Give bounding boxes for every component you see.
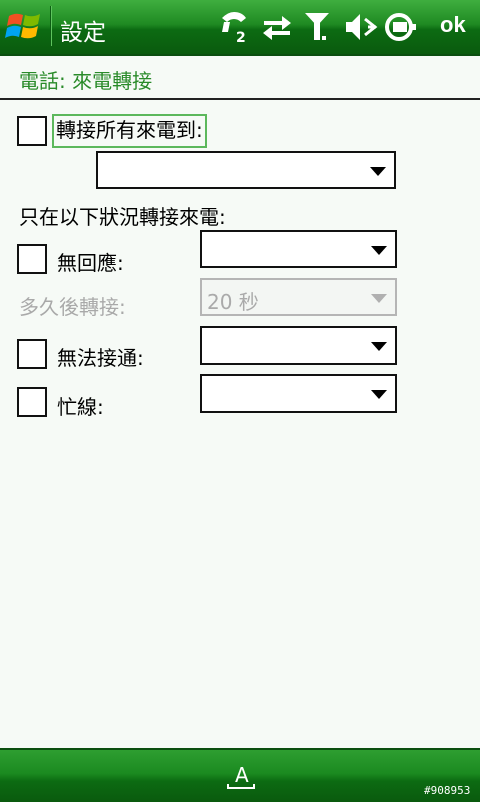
bottom-softkey-bar: A [0,748,480,802]
signal-icon[interactable] [302,10,332,44]
chevron-down-icon [371,246,387,255]
page-header: 電話: 來電轉接 [0,56,480,100]
input-method-icon[interactable]: A [226,758,256,792]
unavailable-label: 無法接通: [57,346,144,370]
top-status-bar: 設定 2 ok [0,0,480,56]
chevron-down-icon [370,167,386,176]
busy-checkbox[interactable] [17,387,47,417]
no-answer-number-dropdown[interactable] [200,230,397,268]
app-title[interactable]: 設定 [60,13,106,47]
title-separator [50,6,52,46]
input-method-label: A [235,763,249,787]
busy-number-dropdown[interactable] [200,374,397,413]
page-title: 電話: 來電轉接 [19,69,153,93]
windows-start-icon[interactable] [4,6,46,48]
forward-delay-label: 多久後轉接: [19,295,126,319]
forward-delay-value: 20 秒 [207,290,259,314]
watermark: #908953 [424,784,471,797]
speaker-muted-icon[interactable] [343,10,379,44]
forward-delay-dropdown[interactable]: 20 秒 [200,278,397,316]
unavailable-number-dropdown[interactable] [200,326,397,365]
battery-charging-icon[interactable] [384,10,420,44]
no-answer-checkbox[interactable] [17,244,47,274]
unavailable-checkbox[interactable] [17,339,47,369]
no-answer-label: 無回應: [57,251,124,275]
forward-all-label-focus[interactable]: 轉接所有來電到: [52,114,207,148]
line-number: 2 [236,30,246,44]
forward-all-number-dropdown[interactable] [96,151,396,189]
ok-button[interactable]: ok [440,12,466,38]
forward-all-checkbox[interactable] [17,116,47,146]
data-sync-icon[interactable] [260,10,294,44]
chevron-down-icon [371,390,387,399]
conditional-forward-heading: 只在以下狀況轉接來電: [19,205,226,229]
chevron-down-icon [371,342,387,351]
forward-all-label: 轉接所有來電到: [56,118,203,142]
phone-line-2-icon[interactable]: 2 [218,10,252,44]
chevron-down-icon [371,294,387,303]
busy-label: 忙線: [57,395,104,419]
